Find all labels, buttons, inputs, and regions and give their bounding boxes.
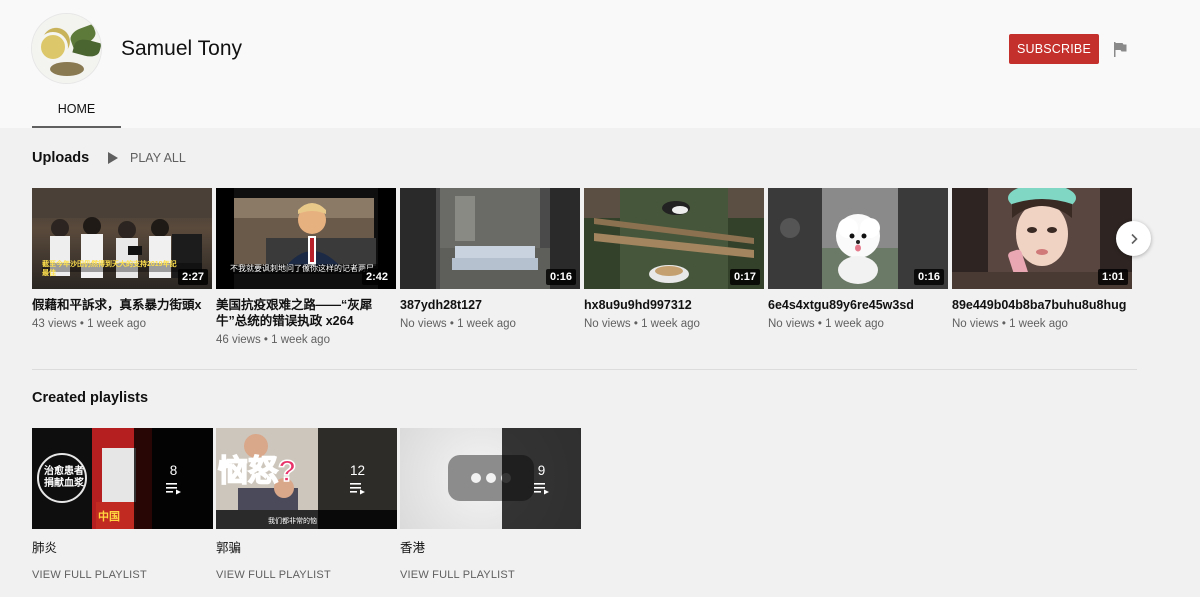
playlist-card[interactable]: 9 香港 VIEW FULL PLAYLIST [400,428,581,581]
video-title[interactable]: 美国抗疫艰难之路——“灰犀牛”总统的错误执政 x264 [216,297,396,329]
playlist-overlay: 8 [134,428,213,529]
playlist-icon [165,482,181,494]
playlists-heading[interactable]: Created playlists [32,390,148,406]
video-thumbnail[interactable]: 0:16 [400,188,580,289]
uploads-heading[interactable]: Uploads [32,150,89,166]
thumbnail-caption: 治愈患者捐献血浆 [44,466,84,489]
tab-home[interactable]: HOME [32,88,121,128]
subscribe-button[interactable]: SUBSCRIBE [1009,34,1099,64]
playlist-card[interactable]: 治愈患者捐献血浆 中国 8 肺炎 VIEW FULL PLAYLIST [32,428,213,581]
playlist-icon [349,482,365,494]
flag-icon[interactable] [1113,42,1127,57]
view-full-playlist-link[interactable]: VIEW FULL PLAYLIST [400,569,581,581]
playlist-thumbnail[interactable]: 恼怒? 我们都非常的恼 12 [216,428,397,529]
playlist-title[interactable]: 香港 [400,537,581,556]
video-thumbnail[interactable]: 截至今年沙田仍然得到天大的支持2019年記最佳 2:27 [32,188,212,289]
video-title[interactable]: 6e4s4xtgu89y6re45w3sd [768,297,948,313]
thumbnail-caption: 截至今年沙田仍然得到天大的支持2019年記最佳 [42,261,177,277]
play-all-label: PLAY ALL [130,151,186,165]
playlist-thumbnail[interactable]: 治愈患者捐献血浆 中国 8 [32,428,213,529]
thumbnail-caption: 我们都非常的恼 [268,518,317,525]
video-meta: No views • 1 week ago [768,318,884,330]
playlist-title[interactable]: 郭骗 [216,537,397,556]
play-icon [108,152,118,164]
video-duration: 0:16 [913,269,944,285]
video-card[interactable]: 截至今年沙田仍然得到天大的支持2019年記最佳 2:27 假藉和平訴求，真系暴力… [32,188,212,330]
video-card[interactable]: 不我就要讽刺地问了像你这样的记者两尸 2:42 美国抗疫艰难之路——“灰犀牛”总… [216,188,396,346]
video-title[interactable]: 假藉和平訴求，真系暴力街頭x [32,297,212,313]
playlist-title[interactable]: 肺炎 [32,537,213,556]
playlist-card[interactable]: 恼怒? 我们都非常的恼 12 郭骗 VIEW FULL PLAYLIST [216,428,397,581]
video-card[interactable]: 0:16 6e4s4xtgu89y6re45w3sd No views • 1 … [768,188,948,330]
playlist-overlay: 9 [502,428,581,529]
video-thumbnail[interactable]: 1:01 [952,188,1132,289]
video-thumbnail[interactable]: 不我就要讽刺地问了像你这样的记者两尸 2:42 [216,188,396,289]
play-all-button[interactable]: PLAY ALL [108,151,186,165]
chevron-right-icon [1130,233,1138,244]
tab-home-label: HOME [57,102,96,116]
section-divider [32,369,1137,370]
video-meta: 46 views • 1 week ago [216,334,330,346]
view-full-playlist-link[interactable]: VIEW FULL PLAYLIST [32,569,213,581]
video-card[interactable]: 1:01 89e449b04b8ba7buhu8u8hug No views •… [952,188,1132,330]
view-full-playlist-link[interactable]: VIEW FULL PLAYLIST [216,569,397,581]
video-meta: 43 views • 1 week ago [32,318,146,330]
channel-header: Samuel Tony SUBSCRIBE HOME [0,0,1200,128]
thumbnail-caption: 恼怒? [217,455,297,489]
video-card[interactable]: 0:16 387ydh28t127 No views • 1 week ago [400,188,580,330]
video-card[interactable]: 0:17 hx8u9u9hd997312 No views • 1 week a… [584,188,764,330]
playlist-count: 12 [349,462,366,478]
video-title[interactable]: hx8u9u9hd997312 [584,297,764,313]
uploads-shelf: 截至今年沙田仍然得到天大的支持2019年記最佳 2:27 假藉和平訴求，真系暴力… [32,188,1137,358]
video-meta: No views • 1 week ago [584,318,700,330]
thumbnail-caption: 不我就要讽刺地问了像你这样的记者两尸 [230,264,382,274]
playlist-count: 9 [537,462,546,478]
video-duration: 2:27 [177,269,208,285]
video-meta: No views • 1 week ago [952,318,1068,330]
video-title[interactable]: 89e449b04b8ba7buhu8u8hug [952,297,1132,313]
playlist-icon [533,482,549,494]
video-duration: 2:42 [361,269,392,285]
channel-avatar[interactable] [32,14,101,83]
playlist-overlay: 12 [318,428,397,529]
video-thumbnail[interactable]: 0:16 [768,188,948,289]
video-title[interactable]: 387ydh28t127 [400,297,580,313]
video-meta: No views • 1 week ago [400,318,516,330]
video-thumbnail[interactable]: 0:17 [584,188,764,289]
playlist-count: 8 [169,462,178,478]
playlist-thumbnail[interactable]: 9 [400,428,581,529]
video-duration: 1:01 [1097,269,1128,285]
shelf-next-button[interactable] [1116,221,1151,256]
channel-name[interactable]: Samuel Tony [121,37,242,61]
video-duration: 0:16 [545,269,576,285]
thumbnail-caption: 中国 [98,511,120,523]
video-duration: 0:17 [729,269,760,285]
